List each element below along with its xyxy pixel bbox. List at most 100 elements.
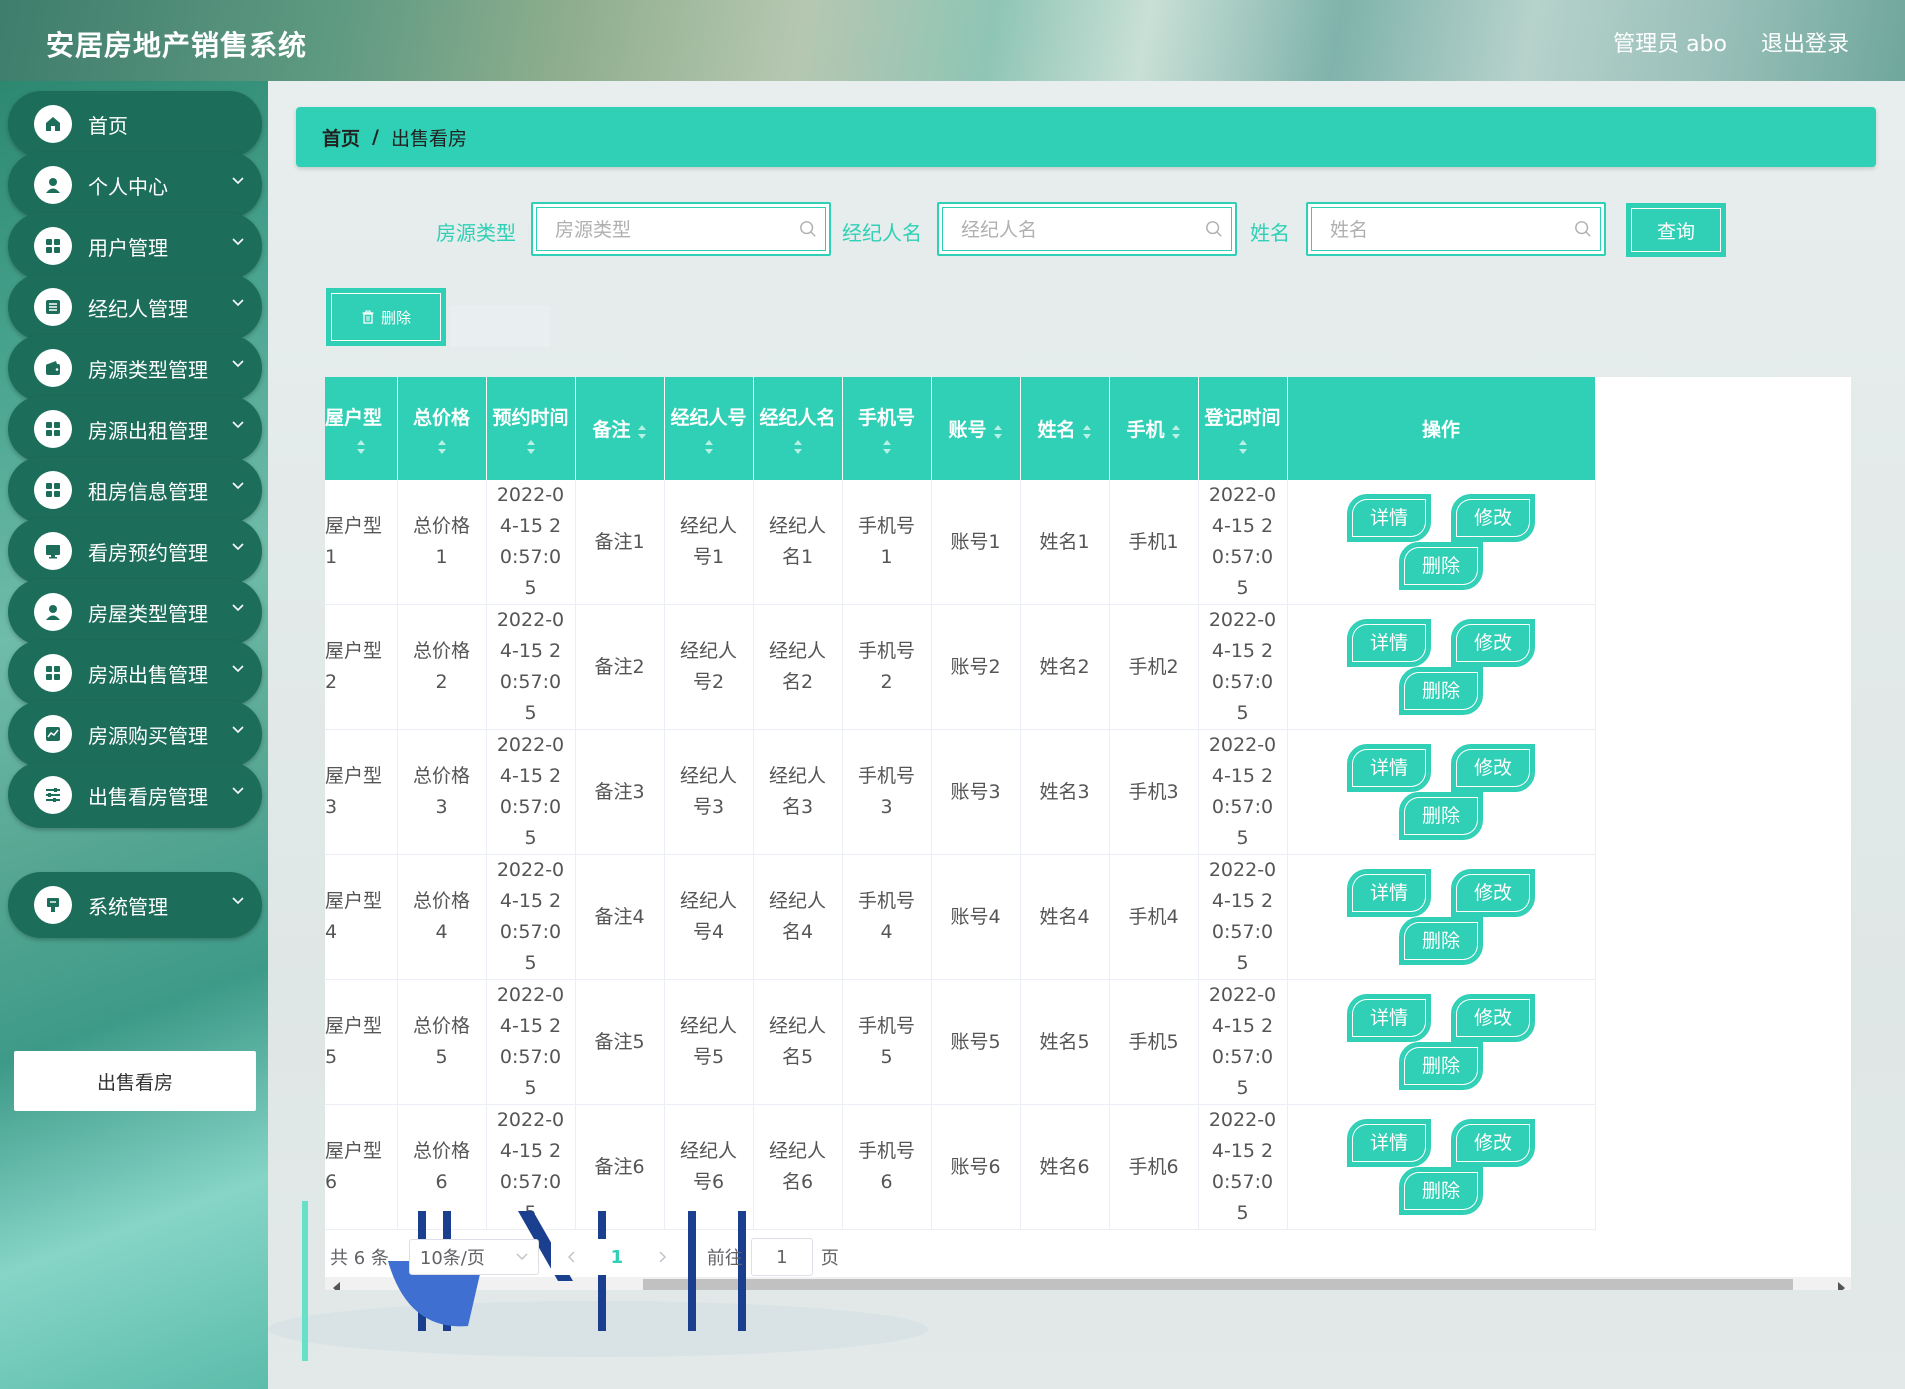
column-header[interactable]: 经纪人号 bbox=[664, 377, 754, 480]
column-header-label: 经纪人名 bbox=[759, 407, 836, 429]
sidebar-item-9[interactable]: 房源出售管理 bbox=[8, 640, 262, 706]
table-cell: 2022-04-15 20:57:05 bbox=[1198, 854, 1288, 980]
delete-button[interactable]: 删除 bbox=[1399, 1042, 1483, 1090]
delete-button[interactable]: 删除 bbox=[1399, 667, 1483, 715]
horizontal-scrollbar[interactable] bbox=[325, 1277, 1851, 1290]
scroll-right-icon[interactable] bbox=[1838, 1282, 1845, 1290]
sidebar-item-8[interactable]: 房屋类型管理 bbox=[8, 579, 262, 645]
edit-button[interactable]: 修改 bbox=[1451, 994, 1535, 1042]
column-header[interactable]: 登记时间 bbox=[1198, 377, 1288, 480]
breadcrumb-home[interactable]: 首页 bbox=[322, 124, 360, 151]
table-cell: 手机4 bbox=[1109, 854, 1199, 980]
goto-page-input[interactable]: 1 bbox=[750, 1238, 813, 1276]
sidebar-item-4[interactable]: 房源类型管理 bbox=[8, 335, 262, 401]
table-cell: 姓名6 bbox=[1020, 1104, 1110, 1230]
sort-icon[interactable] bbox=[882, 438, 892, 454]
toolbar-placeholder bbox=[450, 305, 550, 347]
sort-icon[interactable] bbox=[1238, 438, 1248, 454]
sort-icon[interactable] bbox=[793, 438, 803, 454]
agent-name-input[interactable] bbox=[959, 218, 1193, 242]
column-header[interactable]: 账号 bbox=[931, 377, 1021, 480]
sidebar-item-10[interactable]: 房源购买管理 bbox=[8, 701, 262, 767]
name-search[interactable] bbox=[1306, 202, 1606, 256]
sidebar-item-2[interactable]: 用户管理 bbox=[8, 213, 262, 279]
sidebar-item-0[interactable]: 首页 bbox=[8, 91, 262, 157]
table-cell: 账号6 bbox=[931, 1104, 1021, 1230]
detail-button[interactable]: 详情 bbox=[1347, 1119, 1431, 1167]
table-cell: 经纪人号4 bbox=[664, 854, 754, 980]
table-cell: 总价格1 bbox=[397, 480, 487, 605]
agent-name-search[interactable] bbox=[937, 202, 1237, 256]
sidebar-item-5[interactable]: 房源出租管理 bbox=[8, 396, 262, 462]
table-cell: 屋户型3 bbox=[325, 729, 398, 855]
table-cell: 总价格6 bbox=[397, 1104, 487, 1230]
prev-page-button[interactable] bbox=[550, 1239, 591, 1275]
table-cell: 2022-04-15 20:57:05 bbox=[486, 729, 576, 855]
detail-button[interactable]: 详情 bbox=[1347, 619, 1431, 667]
name-input[interactable] bbox=[1328, 218, 1562, 242]
sidebar-item-label: 用户管理 bbox=[88, 235, 168, 260]
sort-icon[interactable] bbox=[993, 423, 1003, 439]
sort-icon[interactable] bbox=[704, 438, 714, 454]
edit-button[interactable]: 修改 bbox=[1451, 619, 1535, 667]
table-cell: 备注6 bbox=[575, 1104, 665, 1230]
row-actions: 详情 修改删除 bbox=[1287, 854, 1596, 980]
sidebar-item-12[interactable]: 系统管理 bbox=[8, 872, 262, 938]
sort-icon[interactable] bbox=[637, 423, 647, 439]
table-cell: 经纪人名2 bbox=[753, 604, 843, 730]
next-page-button[interactable] bbox=[642, 1239, 683, 1275]
batch-delete-button[interactable]: 删除 bbox=[326, 288, 446, 346]
delete-button[interactable]: 删除 bbox=[1399, 1167, 1483, 1215]
sidebar-item-label: 房源出租管理 bbox=[88, 418, 208, 443]
sidebar-item-7[interactable]: 看房预约管理 bbox=[8, 518, 262, 584]
sort-icon[interactable] bbox=[526, 438, 536, 454]
house-type-search[interactable] bbox=[531, 202, 831, 256]
sort-icon[interactable] bbox=[356, 438, 366, 454]
table-cell: 总价格4 bbox=[397, 854, 487, 980]
column-header-label: 手机 bbox=[1126, 419, 1165, 441]
sort-icon[interactable] bbox=[437, 438, 447, 454]
sidebar-item-1[interactable]: 个人中心 bbox=[8, 152, 262, 218]
edit-button[interactable]: 修改 bbox=[1451, 1119, 1535, 1167]
column-header[interactable]: 经纪人名 bbox=[753, 377, 843, 480]
edit-button[interactable]: 修改 bbox=[1451, 494, 1535, 542]
delete-button[interactable]: 删除 bbox=[1399, 792, 1483, 840]
house-type-input[interactable] bbox=[553, 218, 787, 242]
column-header[interactable]: 姓名 bbox=[1020, 377, 1110, 480]
scroll-left-icon[interactable] bbox=[333, 1282, 340, 1290]
detail-button[interactable]: 详情 bbox=[1347, 994, 1431, 1042]
table-cell: 姓名5 bbox=[1020, 979, 1110, 1105]
submenu-item-sale-viewing[interactable]: 出售看房 bbox=[14, 1051, 256, 1111]
chevron-down-icon bbox=[232, 299, 244, 307]
table-cell: 手机号2 bbox=[842, 604, 932, 730]
chevron-down-icon bbox=[232, 482, 244, 490]
column-header[interactable]: 手机 bbox=[1109, 377, 1199, 480]
table-cell: 屋户型2 bbox=[325, 604, 398, 730]
edit-button[interactable]: 修改 bbox=[1451, 744, 1535, 792]
sidebar-item-6[interactable]: 租房信息管理 bbox=[8, 457, 262, 523]
logout-link[interactable]: 退出登录 bbox=[1761, 26, 1849, 58]
detail-button[interactable]: 详情 bbox=[1347, 869, 1431, 917]
sort-icon[interactable] bbox=[1171, 423, 1181, 439]
detail-button[interactable]: 详情 bbox=[1347, 494, 1431, 542]
column-header[interactable]: 总价格 bbox=[397, 377, 487, 480]
query-button[interactable]: 查询 bbox=[1626, 203, 1726, 257]
column-header[interactable]: 备注 bbox=[575, 377, 665, 480]
sort-icon[interactable] bbox=[1082, 423, 1092, 439]
table-cell: 手机3 bbox=[1109, 729, 1199, 855]
delete-button[interactable]: 删除 bbox=[1399, 542, 1483, 590]
edit-button[interactable]: 修改 bbox=[1451, 869, 1535, 917]
sidebar-item-label: 个人中心 bbox=[88, 174, 168, 199]
delete-button[interactable]: 删除 bbox=[1399, 917, 1483, 965]
page-size-select[interactable]: 10条/页 bbox=[408, 1239, 539, 1275]
page-number[interactable]: 1 bbox=[596, 1239, 637, 1275]
sidebar-item-3[interactable]: 经纪人管理 bbox=[8, 274, 262, 340]
column-header[interactable]: 手机号 bbox=[842, 377, 932, 480]
sidebar-item-11[interactable]: 出售看房管理 bbox=[8, 762, 262, 828]
row-actions: 详情 修改删除 bbox=[1287, 480, 1596, 605]
scrollbar-thumb[interactable] bbox=[643, 1279, 1793, 1290]
column-header[interactable]: 屋户型 bbox=[325, 377, 398, 480]
column-header[interactable]: 预约时间 bbox=[486, 377, 576, 480]
detail-button[interactable]: 详情 bbox=[1347, 744, 1431, 792]
table-cell: 手机1 bbox=[1109, 480, 1199, 605]
